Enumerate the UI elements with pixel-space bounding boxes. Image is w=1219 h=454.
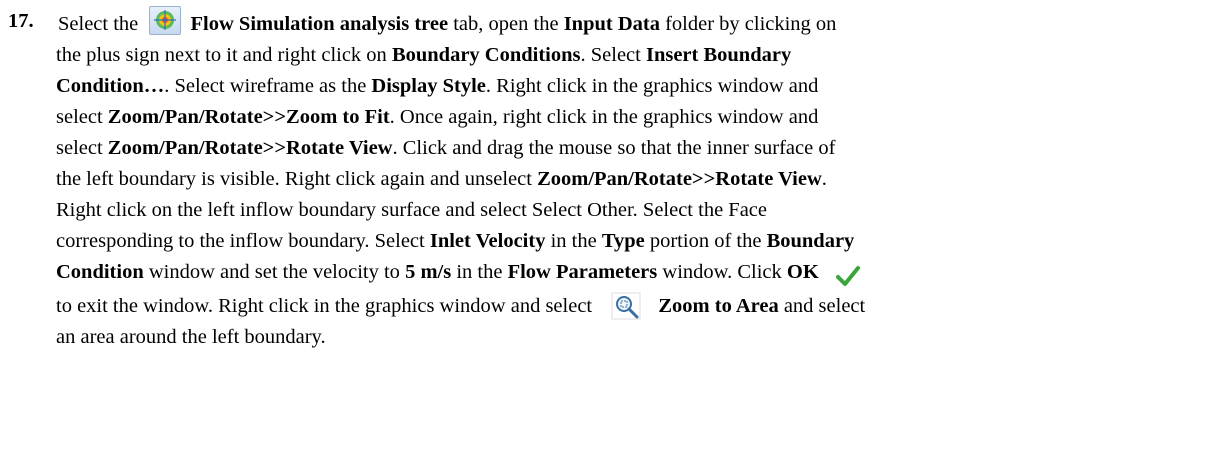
text: . Right click in the graphics window and [485, 75, 819, 97]
bold-text: Zoom/Pan/Rotate>>Rotate View [107, 137, 393, 159]
bold-text: Condition [56, 261, 144, 283]
bold-text: Type [601, 230, 645, 252]
line-2: the plus sign next to it and right click… [56, 40, 791, 70]
step-number: 17. [8, 10, 34, 32]
bold-text: Inlet Velocity [429, 230, 546, 252]
line-1: Select the Flow Simulation analysis tree… [58, 6, 836, 39]
bold-text: Flow Simulation analysis tree [190, 13, 449, 35]
text: window and set the velocity to [148, 261, 400, 283]
instruction-page: 17. Select the Flow Simulation analysis … [0, 0, 1219, 454]
bold-text: Boundary [766, 230, 855, 252]
flow-simulation-tree-icon [149, 6, 182, 35]
text: the plus sign next to it and right click… [56, 44, 387, 66]
text: window. Click [662, 261, 782, 283]
checkmark-icon [830, 263, 860, 293]
text: folder by clicking on [665, 13, 837, 35]
text: . Click and drag the mouse so that the i… [392, 137, 836, 159]
text: . [821, 168, 827, 190]
line-11: an area around the left boundary. [56, 322, 326, 352]
bold-text: OK [786, 261, 819, 283]
line-8: corresponding to the inflow boundary. Se… [56, 226, 854, 256]
bold-text: Display Style [371, 75, 486, 97]
text: the left boundary is visible. Right clic… [56, 168, 532, 190]
text: an area around the left boundary. [56, 326, 326, 348]
line-5: select Zoom/Pan/Rotate>>Rotate View. Cli… [56, 133, 835, 163]
bold-text: Input Data [563, 13, 660, 35]
line-7: Right click on the left inflow boundary … [56, 195, 767, 225]
text: in the [456, 261, 503, 283]
text: select [56, 137, 103, 159]
text: and select [783, 295, 866, 317]
bold-text: Zoom/Pan/Rotate>>Zoom to Fit [107, 106, 390, 128]
text: tab, open the [453, 13, 559, 35]
bold-text: Insert Boundary [645, 44, 792, 66]
bold-text: Condition… [56, 75, 165, 97]
text: . Select wireframe as the [164, 75, 367, 97]
text: corresponding to the inflow boundary. Se… [56, 230, 425, 252]
text: in the [550, 230, 597, 252]
text: Right click on the left inflow boundary … [56, 199, 767, 221]
line-3: Condition…. Select wireframe as the Disp… [56, 71, 818, 101]
line-6: the left boundary is visible. Right clic… [56, 164, 827, 194]
zoom-to-area-icon [603, 292, 649, 327]
bold-text: Zoom to Area [658, 295, 779, 317]
bold-text: Zoom/Pan/Rotate>>Rotate View [537, 168, 822, 190]
line-4: select Zoom/Pan/Rotate>>Zoom to Fit. Onc… [56, 102, 818, 132]
text: . Select [580, 44, 641, 66]
bold-text: Boundary Conditions [391, 44, 581, 66]
bold-text: 5 m/s [405, 261, 452, 283]
text: . Once again, right click in the graphic… [389, 106, 819, 128]
bold-text: Flow Parameters [507, 261, 658, 283]
text: Select the [58, 13, 139, 35]
text: portion of the [649, 230, 762, 252]
text: select [56, 106, 103, 128]
text: to exit the window. Right click in the g… [56, 295, 593, 317]
line-9: Condition window and set the velocity to… [56, 257, 864, 293]
